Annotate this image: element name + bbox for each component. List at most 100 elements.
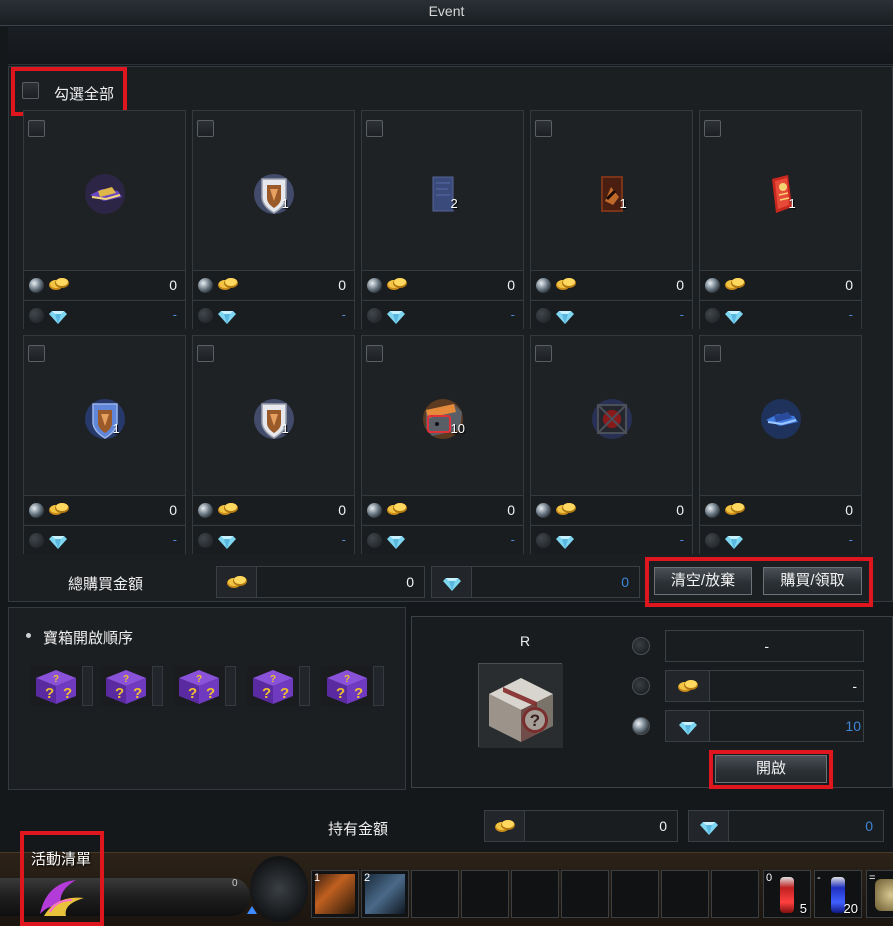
hotbar-slot[interactable]: = (866, 870, 893, 918)
gold-price-row: 0 (362, 495, 523, 524)
currency-radio[interactable] (705, 308, 720, 323)
gold-price-value: 0 (676, 277, 684, 293)
hotbar-slot[interactable] (711, 870, 759, 918)
currency-radio[interactable] (198, 533, 213, 548)
hotbar-slot[interactable] (411, 870, 459, 918)
option-field-2: - (665, 670, 864, 702)
diamond-price-row: - (700, 300, 861, 329)
item-card[interactable]: 1 0 - (699, 110, 862, 329)
diamond-icon (555, 530, 577, 550)
item-card[interactable]: 1 0 - (192, 110, 355, 329)
currency-radio[interactable] (705, 533, 720, 548)
diamond-price-row: - (193, 525, 354, 554)
item-checkbox[interactable] (28, 345, 45, 362)
currency-radio[interactable] (367, 308, 382, 323)
item-checkbox[interactable] (535, 120, 552, 137)
diamond-price-row: - (24, 300, 185, 329)
gold-price-row: 0 (700, 495, 861, 524)
activity-list-icon[interactable] (32, 874, 92, 920)
hotbar-slot[interactable]: - 20 (814, 870, 862, 918)
option-radio-1[interactable] (632, 637, 650, 655)
currency-radio[interactable] (198, 278, 213, 293)
currency-radio[interactable] (198, 503, 213, 518)
item-checkbox[interactable] (197, 345, 214, 362)
option-radio-3[interactable] (632, 717, 650, 735)
svg-text:?: ? (344, 674, 350, 685)
diamond-icon (48, 530, 70, 550)
select-all-checkbox[interactable] (22, 82, 39, 99)
item-checkbox[interactable] (704, 345, 721, 362)
currency-radio[interactable] (198, 308, 213, 323)
gold-price-row: 0 (700, 270, 861, 299)
hotbar-slot[interactable] (511, 870, 559, 918)
gold-price-row: 0 (362, 270, 523, 299)
currency-radio[interactable] (29, 503, 44, 518)
currency-radio[interactable] (29, 533, 44, 548)
currency-radio[interactable] (367, 533, 382, 548)
diamond-icon (217, 305, 239, 325)
diamond-price-row: - (531, 525, 692, 554)
currency-radio[interactable] (705, 503, 720, 518)
diamond-icon (689, 811, 729, 841)
slot-count: 5 (799, 901, 807, 916)
hotbar-slot[interactable] (611, 870, 659, 918)
slot-key-label: = (869, 872, 876, 884)
box-slot-frame (299, 666, 310, 706)
option-field-3: 10 (665, 710, 864, 742)
currency-radio[interactable] (29, 308, 44, 323)
item-checkbox[interactable] (366, 345, 383, 362)
diamond-price-value: - (172, 307, 177, 322)
currency-radio[interactable] (536, 503, 551, 518)
item-checkbox[interactable] (28, 120, 45, 137)
clear-abandon-button[interactable]: 清空/放棄 (654, 567, 752, 595)
svg-text:?: ? (280, 685, 289, 702)
item-checkbox[interactable] (366, 120, 383, 137)
currency-radio[interactable] (536, 533, 551, 548)
option-field-1: - (665, 630, 864, 662)
item-card[interactable]: 10 0 - (361, 335, 524, 554)
window-titlebar: Event (0, 0, 893, 26)
scroll-arrow-icon[interactable] (247, 906, 257, 914)
dark-seal-icon (589, 396, 635, 442)
winged-helmet-icon (82, 171, 128, 217)
gold-price-row: 0 (531, 270, 692, 299)
item-card[interactable]: 1 0 - (23, 335, 186, 554)
hotbar-slot[interactable] (461, 870, 509, 918)
gold-price-value: 0 (845, 502, 853, 518)
currency-radio[interactable] (705, 278, 720, 293)
hotbar-slot[interactable]: 2 (361, 870, 409, 918)
red-talisman-icon (758, 171, 804, 217)
gold-coin-icon (217, 275, 239, 295)
currency-radio[interactable] (536, 308, 551, 323)
svg-text:?: ? (53, 674, 59, 685)
item-card[interactable]: 1 0 - (530, 110, 693, 329)
gold-price-value: 0 (338, 502, 346, 518)
gold-coin-icon (724, 275, 746, 295)
currency-radio[interactable] (367, 278, 382, 293)
option-radio-2[interactable] (632, 677, 650, 695)
open-box-button[interactable]: 開啟 (715, 755, 827, 783)
item-quantity: 1 (281, 196, 289, 211)
hotbar-slot[interactable]: 1 (311, 870, 359, 918)
item-checkbox[interactable] (704, 120, 721, 137)
item-card[interactable]: 0- (699, 335, 862, 554)
item-card[interactable]: 1 0 - (192, 335, 355, 554)
holding-gold-value: 0 (659, 818, 667, 834)
diamond-icon (386, 530, 408, 550)
item-card[interactable]: 2 0 - (361, 110, 524, 329)
item-card[interactable]: 0- (530, 335, 693, 554)
item-checkbox[interactable] (197, 120, 214, 137)
currency-radio[interactable] (29, 278, 44, 293)
buy-claim-button[interactable]: 購買/領取 (763, 567, 862, 595)
select-all-label: 勾選全部 (54, 86, 115, 103)
gold-price-value: 0 (507, 502, 515, 518)
hotbar-slot[interactable]: 05 (763, 870, 811, 918)
gold-coin-icon (555, 275, 577, 295)
currency-radio[interactable] (536, 278, 551, 293)
item-checkbox[interactable] (535, 345, 552, 362)
hotbar-slot[interactable] (661, 870, 709, 918)
hotbar-slot[interactable] (561, 870, 609, 918)
item-card[interactable]: 0- (23, 110, 186, 329)
currency-radio[interactable] (367, 503, 382, 518)
diamond-price-row: - (193, 300, 354, 329)
